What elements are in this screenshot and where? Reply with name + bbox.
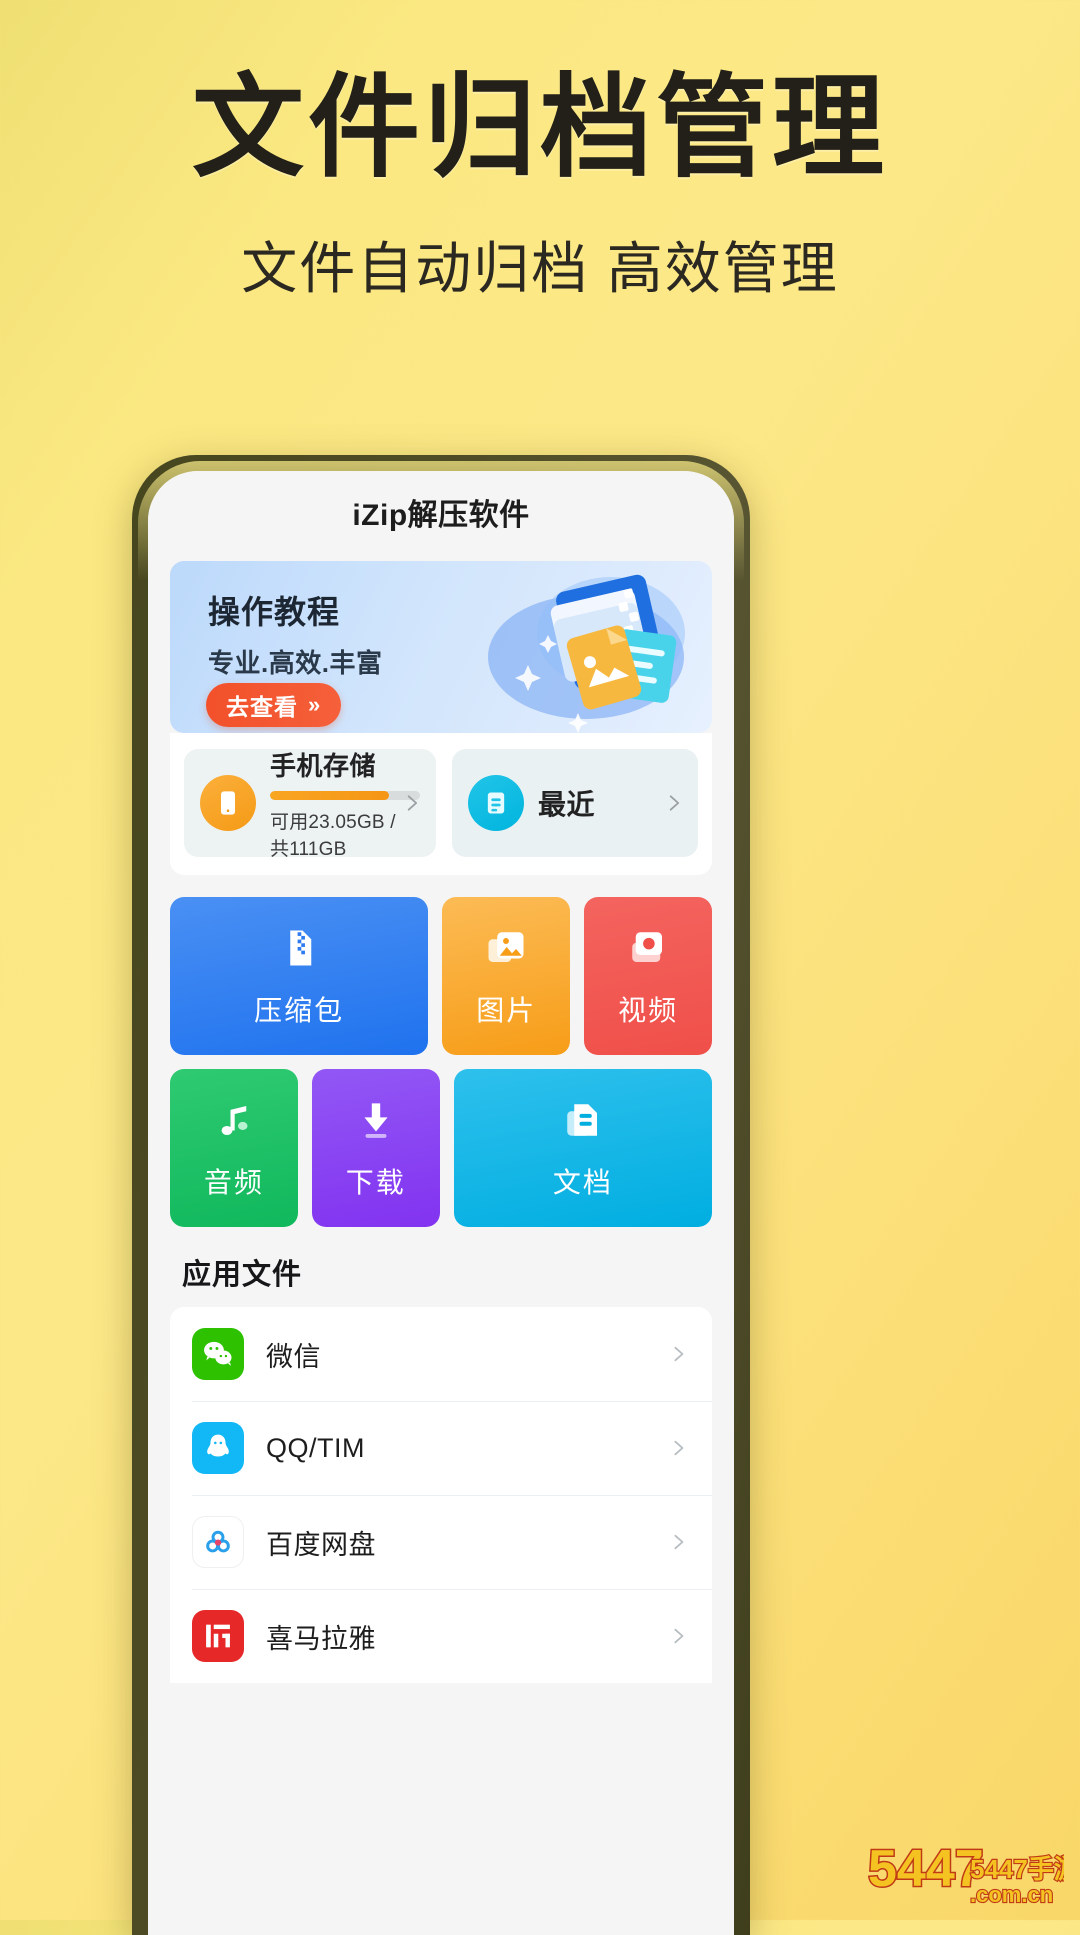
category-image[interactable]: 图片 — [442, 897, 571, 1055]
category-video[interactable]: 视频 — [584, 897, 712, 1055]
list-item[interactable]: 喜马拉雅 — [170, 1589, 712, 1683]
category-grid: 压缩包 图片 视频 音频 下载 文档 — [170, 897, 712, 1227]
storage-progress-bar — [270, 790, 420, 800]
category-download-label: 下载 — [345, 1167, 406, 1198]
banner-heading: 操作教程 — [208, 594, 341, 630]
promo-header: 文件归档管理 文件自动归档 高效管理 — [0, 0, 1080, 305]
list-item-label: 喜马拉雅 — [266, 1623, 376, 1654]
site-watermark: 5447 5447手游网 .com.cn — [867, 1839, 1065, 1909]
music-note-icon — [209, 1095, 259, 1145]
watermark-brand: 5447手游网 — [970, 1854, 1064, 1884]
watermark-domain: .com.cn — [970, 1882, 1053, 1907]
list-item-label: QQ/TIM — [266, 1432, 365, 1463]
list-item-label: 微信 — [266, 1341, 321, 1372]
go-view-label: 去查看 — [226, 694, 298, 720]
document-icon — [558, 1095, 608, 1145]
recent-body: 最近 — [538, 783, 682, 823]
watermark-brand-mark: 5447 — [868, 1840, 984, 1898]
tutorial-banner[interactable]: 操作教程 专业.高效.丰富 去查看 » — [170, 561, 712, 733]
page-title: 文件归档管理 — [192, 65, 888, 190]
phone-mockup: iZip解压软件 操作教程 专业.高效.丰富 去查看 » 手机存储 可用23.0… — [132, 455, 750, 1935]
storage-detail: 可用23.05GB / 共111GB — [270, 811, 396, 860]
phone-screen: iZip解压软件 操作教程 专业.高效.丰富 去查看 » 手机存储 可用23.0… — [148, 471, 734, 1935]
category-document-label: 文档 — [552, 1167, 613, 1198]
list-item-label: 百度网盘 — [266, 1529, 376, 1560]
phone-storage-body: 手机存储 可用23.05GB / 共111GB — [270, 746, 420, 861]
image-icon — [481, 923, 531, 973]
phone-storage-card[interactable]: 手机存储 可用23.05GB / 共111GB — [184, 749, 436, 860]
category-zip-label: 压缩包 — [254, 995, 345, 1026]
chevron-right-icon — [674, 1346, 684, 1362]
chevron-right-icon — [669, 795, 680, 811]
category-download[interactable]: 下载 — [311, 1069, 440, 1227]
video-icon — [623, 923, 673, 973]
zip-file-icon — [274, 923, 324, 973]
chevron-right-icon — [674, 1440, 684, 1456]
category-row-1: 压缩包 图片 视频 — [170, 897, 712, 1055]
category-audio-label: 音频 — [203, 1167, 264, 1198]
app-title: iZip解压软件 — [352, 499, 530, 532]
wechat-icon — [192, 1328, 244, 1380]
category-image-label: 图片 — [476, 995, 537, 1026]
app-files-list: 微信 QQ/TIM 百度网盘 喜马拉雅 — [170, 1307, 712, 1683]
download-icon — [351, 1095, 401, 1145]
double-chevron-right-icon: » — [308, 692, 322, 717]
category-video-label: 视频 — [618, 995, 679, 1026]
list-item[interactable]: 百度网盘 — [170, 1495, 712, 1589]
baidu-netdisk-icon — [192, 1516, 244, 1568]
chevron-right-icon — [407, 795, 418, 811]
phone-storage-icon — [200, 775, 256, 831]
app-header: iZip解压软件 — [148, 471, 734, 553]
recent-doc-icon — [468, 775, 524, 831]
banner-text: 操作教程 专业.高效.丰富 — [208, 587, 382, 680]
ximalaya-icon — [192, 1610, 244, 1662]
go-view-button[interactable]: 去查看 » — [206, 683, 342, 727]
recent-card[interactable]: 最近 — [452, 749, 698, 857]
chevron-right-icon — [674, 1628, 684, 1644]
category-zip[interactable]: 压缩包 — [170, 897, 429, 1055]
phone-storage-label: 手机存储 — [270, 750, 377, 781]
category-row-2: 音频 下载 文档 — [170, 1069, 712, 1227]
banner-illustration — [488, 574, 685, 733]
recent-label: 最近 — [538, 789, 596, 820]
list-item[interactable]: 微信 — [170, 1307, 712, 1401]
app-files-title: 应用文件 — [182, 1259, 303, 1291]
qq-icon — [192, 1422, 244, 1474]
list-item[interactable]: QQ/TIM — [170, 1401, 712, 1495]
banner-tagline: 专业.高效.丰富 — [208, 648, 383, 678]
category-audio[interactable]: 音频 — [170, 1069, 298, 1227]
quick-access-row: 手机存储 可用23.05GB / 共111GB 最近 — [170, 733, 712, 875]
chevron-right-icon — [674, 1534, 684, 1550]
page-subtitle: 文件自动归档 高效管理 — [241, 237, 839, 301]
category-document[interactable]: 文档 — [453, 1069, 712, 1227]
